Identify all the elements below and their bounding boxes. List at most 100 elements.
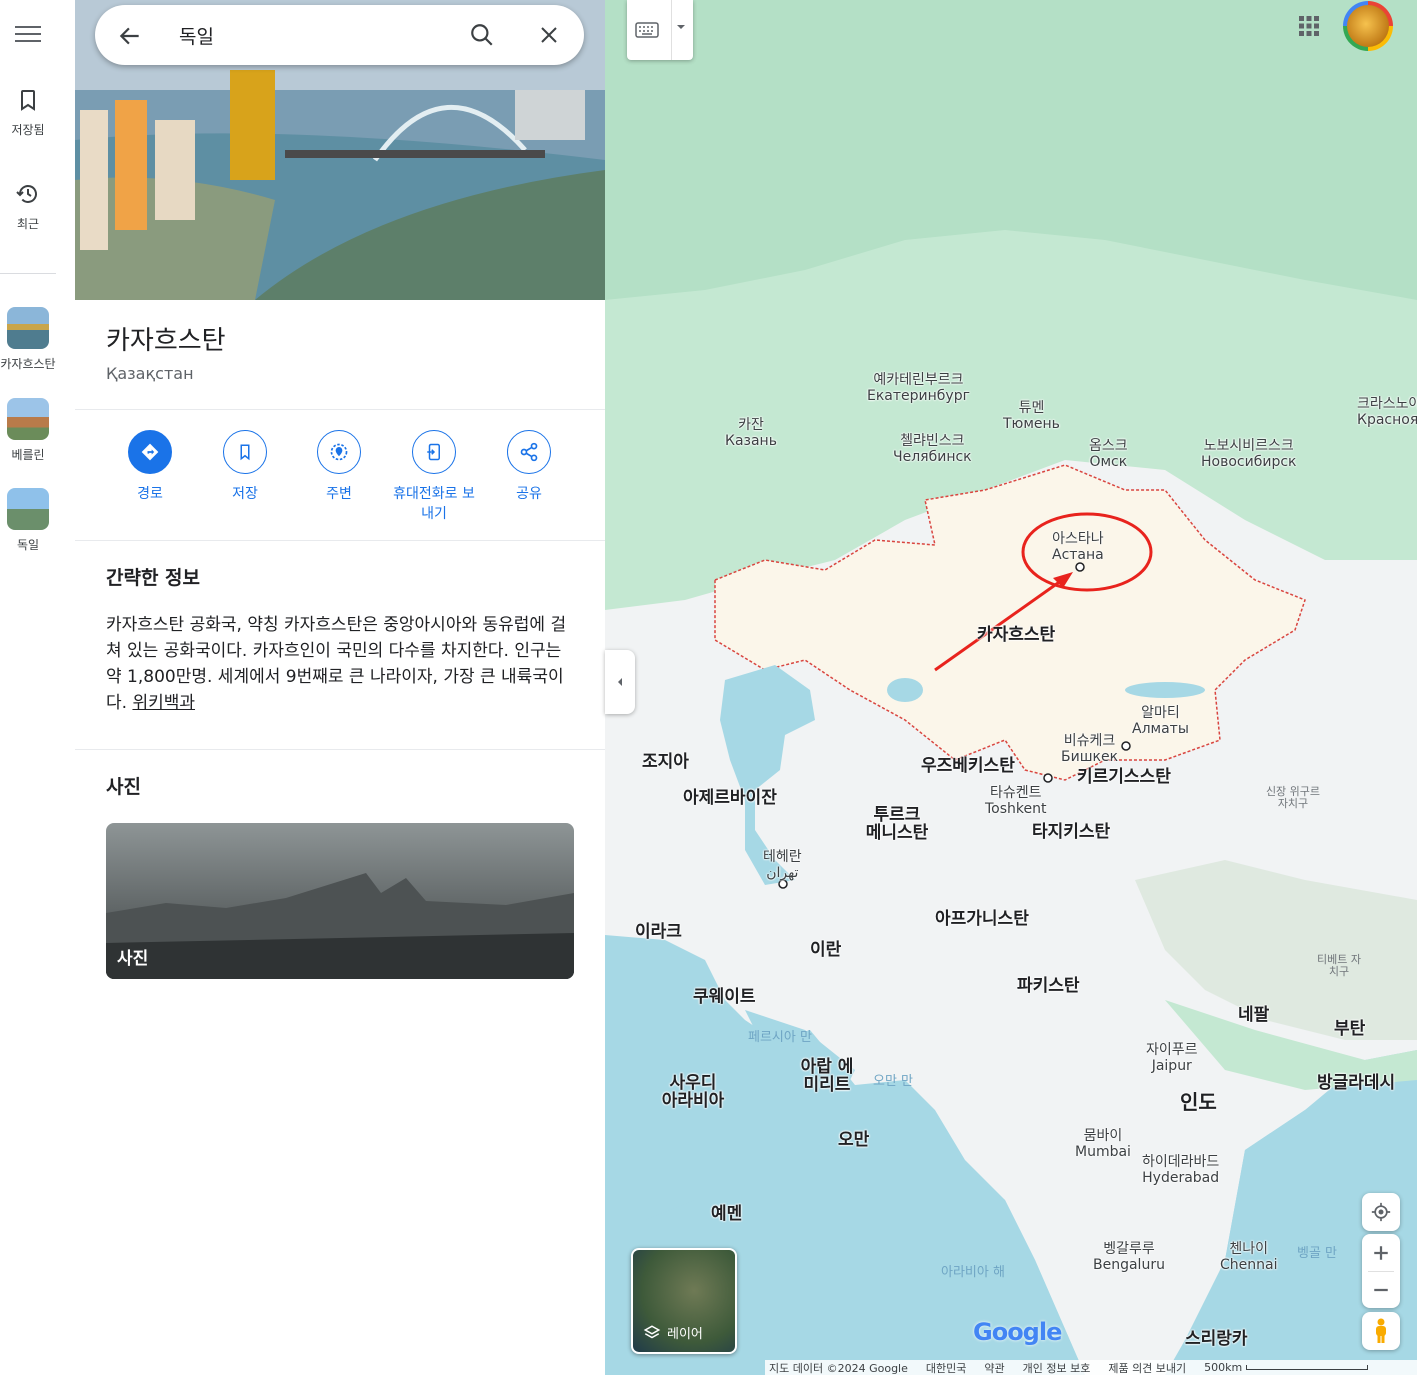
nearby-label: 주변 — [326, 486, 352, 502]
city-label-ekaterinburg[interactable]: 예카테린부르크 Екатеринбург — [867, 372, 970, 404]
history-thumbnail — [7, 398, 49, 440]
share-button[interactable]: 공유 — [482, 430, 576, 504]
city-label-novosibirsk[interactable]: 노보시비르스크 Новосибирск — [1201, 438, 1296, 470]
saved-nav-item[interactable]: 저장됨 — [0, 88, 56, 138]
history-item-germany[interactable]: 독일 — [0, 488, 56, 553]
country-label[interactable]: 예멘 — [711, 1205, 742, 1223]
city-label-ko: 테헤란 — [763, 849, 802, 865]
city-label-bengaluru[interactable]: 벵갈루루 Bengaluru — [1093, 1241, 1165, 1273]
google-logo: Google — [973, 1318, 1062, 1346]
city-label-almaty[interactable]: 알마티 Алматы — [1132, 705, 1189, 737]
country-label[interactable]: 네팔 — [1238, 1006, 1269, 1024]
country-label[interactable]: 키르기스스탄 — [1077, 768, 1171, 786]
map-canvas[interactable]: 예카테린부르크 Екатеринбург 튜멘 Тюмень 카잔 Казань 첼랴… — [605, 0, 1417, 1375]
avatar-image — [1347, 5, 1389, 47]
summary-heading: 간략한 정보 — [106, 567, 201, 589]
country-label[interactable]: 조지아 — [642, 753, 689, 771]
input-tools-button[interactable] — [627, 0, 693, 60]
city-label-tashkent[interactable]: 타슈켄트 Toshkent — [985, 785, 1047, 817]
street-view-pegman[interactable] — [1362, 1312, 1400, 1350]
feedback-link[interactable]: 제품 의견 보내기 — [1108, 1360, 1186, 1376]
zoom-out-icon[interactable] — [1372, 1281, 1390, 1299]
search-icon[interactable] — [469, 22, 495, 48]
send-to-phone-icon — [427, 443, 440, 461]
menu-icon[interactable] — [15, 22, 41, 46]
collapse-panel-button[interactable] — [605, 650, 635, 714]
city-label-kazan[interactable]: 카잔 Казань — [725, 417, 777, 449]
history-item-kazakhstan[interactable]: 카자흐스탄 — [0, 307, 56, 372]
city-label-tehran[interactable]: 테헤란 تهران — [763, 849, 802, 881]
city-label-local: Toshkent — [985, 801, 1047, 817]
terms-link[interactable]: 약관 — [984, 1360, 1004, 1376]
country-label[interactable]: 투르크 메니스탄 — [865, 806, 929, 842]
city-label-jaipur[interactable]: 자이푸르 Jaipur — [1146, 1042, 1198, 1074]
city-label-local: Бишкек — [1061, 749, 1119, 765]
save-button[interactable]: 저장 — [198, 430, 292, 504]
city-label-omsk[interactable]: 옴스크 Омск — [1089, 438, 1128, 470]
city-label-chelyabinsk[interactable]: 첼랴빈스크 Челябинск — [893, 433, 972, 465]
country-label[interactable]: 카자흐스탄 — [977, 626, 1055, 644]
directions-icon — [141, 443, 159, 461]
city-label-astana[interactable]: 아스타나 Астана — [1052, 531, 1104, 563]
photo-card[interactable]: 사진 — [106, 823, 574, 979]
scale-bar — [1246, 1365, 1369, 1370]
directions-button[interactable]: 경로 — [103, 430, 197, 504]
country-label[interactable]: 타지키스탄 — [1032, 823, 1110, 841]
city-label-bishkek[interactable]: 비슈케크 Бишкек — [1061, 733, 1118, 765]
city-label-mumbai[interactable]: 뭄바이 Mumbai — [1075, 1128, 1131, 1160]
google-apps-icon[interactable] — [1297, 14, 1321, 38]
avatar[interactable] — [1343, 1, 1393, 51]
city-label-chennai[interactable]: 첸나이 Chennai — [1220, 1241, 1277, 1273]
water-label: 아라비아 해 — [941, 1265, 1005, 1280]
my-location-button[interactable] — [1362, 1193, 1400, 1231]
country-label[interactable]: 아랍 에미리트 — [793, 1058, 861, 1094]
back-arrow-icon[interactable] — [117, 23, 143, 49]
send-to-phone-button[interactable]: 휴대전화로 보내기 — [387, 430, 481, 524]
city-label-hyderabad[interactable]: 하이데라바드 Hyderabad — [1142, 1154, 1219, 1186]
share-circle — [507, 430, 551, 474]
directions-label: 경로 — [137, 486, 163, 502]
history-item-label: 독일 — [16, 538, 40, 552]
country-label[interactable]: 오만 — [838, 1131, 869, 1149]
country-label[interactable]: 아제르바이잔 — [683, 789, 777, 807]
layers-button[interactable]: 레이어 — [631, 1248, 737, 1354]
city-label-local: تهران — [766, 865, 799, 881]
divider — [671, 0, 672, 60]
city-label-ko: 노보시비르스크 — [1203, 438, 1294, 454]
history-icon — [16, 185, 37, 203]
wikipedia-link[interactable]: 위키백과 — [132, 693, 195, 713]
city-label-ko: 뭄바이 — [1083, 1128, 1123, 1144]
history-item-berlin[interactable]: 베를린 — [0, 398, 56, 463]
country-label[interactable]: 이라크 — [635, 923, 682, 941]
close-icon[interactable] — [537, 23, 561, 47]
country-label[interactable]: 인도 — [1180, 1092, 1217, 1112]
nearby-button[interactable]: 주변 — [292, 430, 386, 504]
country-label[interactable]: 스리랑카 — [1185, 1330, 1248, 1348]
country-label[interactable]: 방글라데시 — [1317, 1074, 1395, 1092]
country-label[interactable]: 쿠웨이트 — [693, 988, 756, 1006]
country-label[interactable]: 아프가니스탄 — [935, 910, 1029, 928]
scale-label[interactable]: 500km — [1204, 1361, 1242, 1374]
country-label[interactable]: 부탄 — [1334, 1020, 1365, 1038]
chevron-down-icon — [677, 25, 685, 29]
map-footer: 지도 데이터 ©2024 Google 대한민국 약관 개인 정보 보호 제품 … — [765, 1360, 1417, 1375]
country-label[interactable]: 우즈베키스탄 — [921, 757, 1015, 775]
my-location-icon — [1371, 1202, 1391, 1222]
city-label-local: Красноя — [1357, 412, 1417, 428]
zoom-in-icon[interactable] — [1372, 1244, 1390, 1262]
nearby-icon — [330, 443, 348, 461]
recent-nav-item[interactable]: 최근 — [0, 182, 56, 232]
send-to-phone-label: 휴대전화로 보내기 — [393, 486, 475, 522]
bookmark-icon — [21, 90, 35, 111]
keyboard-icon — [635, 22, 659, 38]
city-label-ko: 예카테린부르크 — [873, 372, 964, 388]
city-label-krasnoyarsk[interactable]: 크라스노야르스크Красноя — [1357, 396, 1417, 428]
privacy-link[interactable]: 개인 정보 보호 — [1023, 1360, 1091, 1376]
recent-nav-label: 최근 — [16, 217, 40, 231]
region-link[interactable]: 대한민국 — [926, 1360, 966, 1376]
search-input[interactable] — [177, 19, 451, 51]
country-label[interactable]: 파키스탄 — [1017, 977, 1080, 995]
city-label-tyumen[interactable]: 튜멘 Тюмень — [1003, 400, 1060, 432]
country-label[interactable]: 사우디 아라비아 — [660, 1074, 726, 1110]
country-label[interactable]: 이란 — [810, 941, 841, 959]
